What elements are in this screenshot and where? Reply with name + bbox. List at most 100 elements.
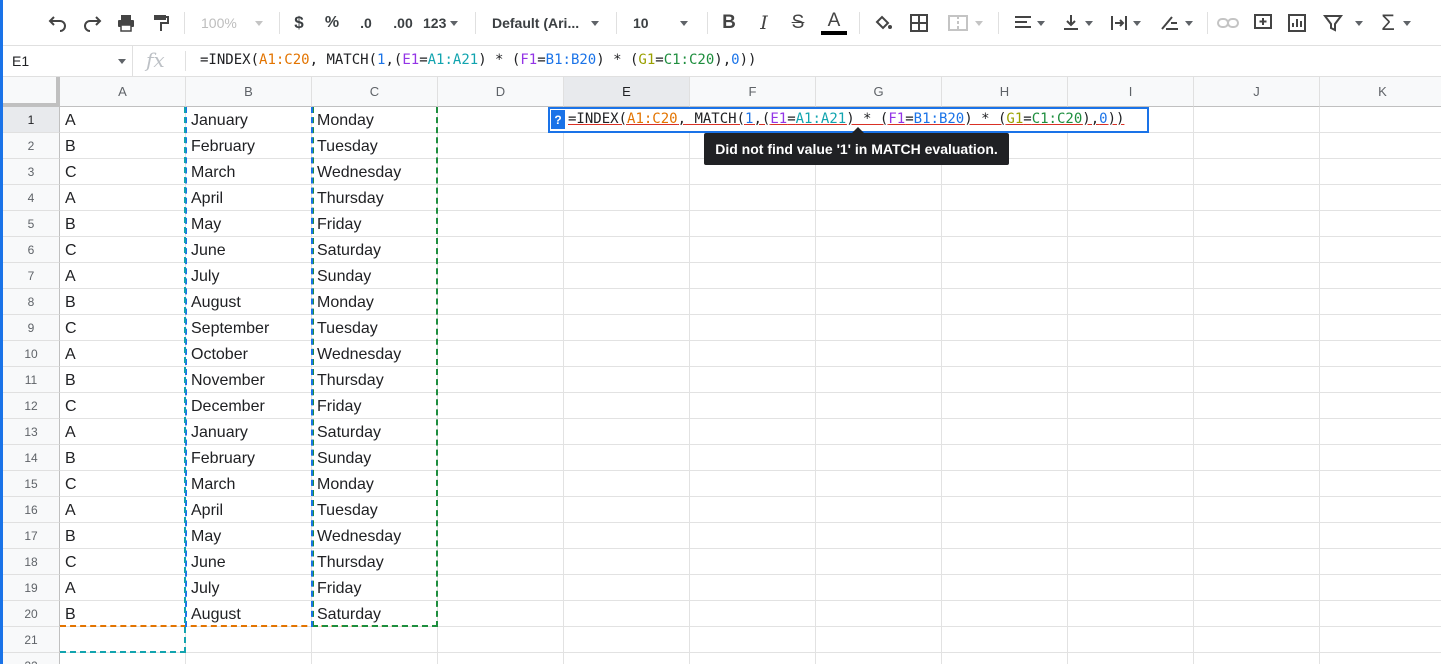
name-box[interactable]: E1	[3, 46, 133, 76]
text-color-button[interactable]: A	[819, 0, 849, 46]
row-header-18[interactable]: 18	[3, 549, 60, 575]
cell-c1[interactable]: Monday	[312, 107, 438, 133]
row-header-17[interactable]: 17	[3, 523, 60, 549]
row-header-4[interactable]: 4	[3, 185, 60, 211]
row-header-13[interactable]: 13	[3, 419, 60, 445]
row-header-10[interactable]: 10	[3, 341, 60, 367]
borders-icon[interactable]	[905, 0, 933, 46]
row-header-15[interactable]: 15	[3, 471, 60, 497]
row-header-8[interactable]: 8	[3, 289, 60, 315]
cell-a6[interactable]: C	[60, 237, 186, 263]
formula-input[interactable]: =INDEX(A1:C20, MATCH(1,(E1=A1:A21) * (F1…	[200, 52, 756, 68]
column-header-i[interactable]: I	[1068, 77, 1194, 107]
fill-color-icon[interactable]	[869, 0, 897, 46]
formula-help-button[interactable]: ?	[551, 110, 565, 129]
cell-b19[interactable]: July	[186, 575, 312, 601]
paint-format-icon[interactable]	[146, 0, 176, 46]
cell-c17[interactable]: Wednesday	[312, 523, 438, 549]
row-header-14[interactable]: 14	[3, 445, 60, 471]
cell-c2[interactable]: Tuesday	[312, 133, 438, 159]
cell-c16[interactable]: Tuesday	[312, 497, 438, 523]
merge-cells-icon[interactable]	[941, 0, 989, 46]
bold-button[interactable]: B	[718, 0, 740, 46]
decrease-decimal-button[interactable]: .0	[353, 0, 379, 46]
undo-icon[interactable]	[43, 0, 73, 46]
cell-b6[interactable]: June	[186, 237, 312, 263]
cell-c18[interactable]: Thursday	[312, 549, 438, 575]
cell-c11[interactable]: Thursday	[312, 367, 438, 393]
font-size-select[interactable]: 10	[633, 0, 688, 46]
insert-comment-icon[interactable]	[1248, 0, 1278, 46]
cell-c14[interactable]: Sunday	[312, 445, 438, 471]
cell-a1[interactable]: A	[60, 107, 186, 133]
cell-a15[interactable]: C	[60, 471, 186, 497]
cell-a4[interactable]: A	[60, 185, 186, 211]
text-rotation-icon[interactable]	[1153, 0, 1199, 46]
cell-c8[interactable]: Monday	[312, 289, 438, 315]
cell-a16[interactable]: A	[60, 497, 186, 523]
print-icon[interactable]	[111, 0, 141, 46]
cell-a7[interactable]: A	[60, 263, 186, 289]
cell-a5[interactable]: B	[60, 211, 186, 237]
zoom-select[interactable]: 100%	[201, 0, 263, 46]
cell-c4[interactable]: Thursday	[312, 185, 438, 211]
row-header-11[interactable]: 11	[3, 367, 60, 393]
cell-c3[interactable]: Wednesday	[312, 159, 438, 185]
redo-icon[interactable]	[77, 0, 107, 46]
cell-b20[interactable]: August	[186, 601, 312, 627]
column-header-a[interactable]: A	[60, 77, 186, 107]
italic-button[interactable]: I	[753, 0, 775, 46]
cell-a17[interactable]: B	[60, 523, 186, 549]
percent-format-button[interactable]: %	[321, 0, 343, 46]
cell-c19[interactable]: Friday	[312, 575, 438, 601]
row-header-5[interactable]: 5	[3, 211, 60, 237]
cell-c9[interactable]: Tuesday	[312, 315, 438, 341]
currency-format-button[interactable]: $	[288, 0, 310, 46]
cell-b12[interactable]: December	[186, 393, 312, 419]
column-header-c[interactable]: C	[312, 77, 438, 107]
cell-c15[interactable]: Monday	[312, 471, 438, 497]
cell-b15[interactable]: March	[186, 471, 312, 497]
cell-b13[interactable]: January	[186, 419, 312, 445]
insert-link-icon[interactable]	[1213, 0, 1243, 46]
row-header-7[interactable]: 7	[3, 263, 60, 289]
text-wrapping-icon[interactable]	[1105, 0, 1145, 46]
row-header-12[interactable]: 12	[3, 393, 60, 419]
cell-b3[interactable]: March	[186, 159, 312, 185]
horizontal-align-icon[interactable]	[1009, 0, 1049, 46]
column-header-e[interactable]: E	[564, 77, 690, 107]
cell-a14[interactable]: B	[60, 445, 186, 471]
column-header-h[interactable]: H	[942, 77, 1068, 107]
filter-icon[interactable]	[1317, 0, 1369, 46]
column-header-j[interactable]: J	[1194, 77, 1320, 107]
cell-b7[interactable]: July	[186, 263, 312, 289]
cell-a13[interactable]: A	[60, 419, 186, 445]
cell-a18[interactable]: C	[60, 549, 186, 575]
cell-formula-text[interactable]: =INDEX(A1:C20, MATCH(1,(E1=A1:A21) * (F1…	[568, 111, 1124, 127]
cell-a2[interactable]: B	[60, 133, 186, 159]
cell-a20[interactable]: B	[60, 601, 186, 627]
cell-a8[interactable]: B	[60, 289, 186, 315]
cell-b14[interactable]: February	[186, 445, 312, 471]
font-family-select[interactable]: Default (Ari...	[492, 0, 600, 46]
cell-a11[interactable]: B	[60, 367, 186, 393]
row-header-6[interactable]: 6	[3, 237, 60, 263]
cell-b4[interactable]: April	[186, 185, 312, 211]
cell-a19[interactable]: A	[60, 575, 186, 601]
cell-b8[interactable]: August	[186, 289, 312, 315]
row-header-16[interactable]: 16	[3, 497, 60, 523]
cell-b2[interactable]: February	[186, 133, 312, 159]
column-header-g[interactable]: G	[816, 77, 942, 107]
cell-c6[interactable]: Saturday	[312, 237, 438, 263]
cell-b16[interactable]: April	[186, 497, 312, 523]
cell-c10[interactable]: Wednesday	[312, 341, 438, 367]
cell-b17[interactable]: May	[186, 523, 312, 549]
cell-c13[interactable]: Saturday	[312, 419, 438, 445]
strikethrough-button[interactable]: S	[787, 0, 809, 46]
cell-a3[interactable]: C	[60, 159, 186, 185]
column-header-d[interactable]: D	[438, 77, 564, 107]
functions-icon[interactable]: Σ	[1373, 0, 1419, 46]
increase-decimal-button[interactable]: .00	[388, 0, 418, 46]
cell-a9[interactable]: C	[60, 315, 186, 341]
row-header-3[interactable]: 3	[3, 159, 60, 185]
